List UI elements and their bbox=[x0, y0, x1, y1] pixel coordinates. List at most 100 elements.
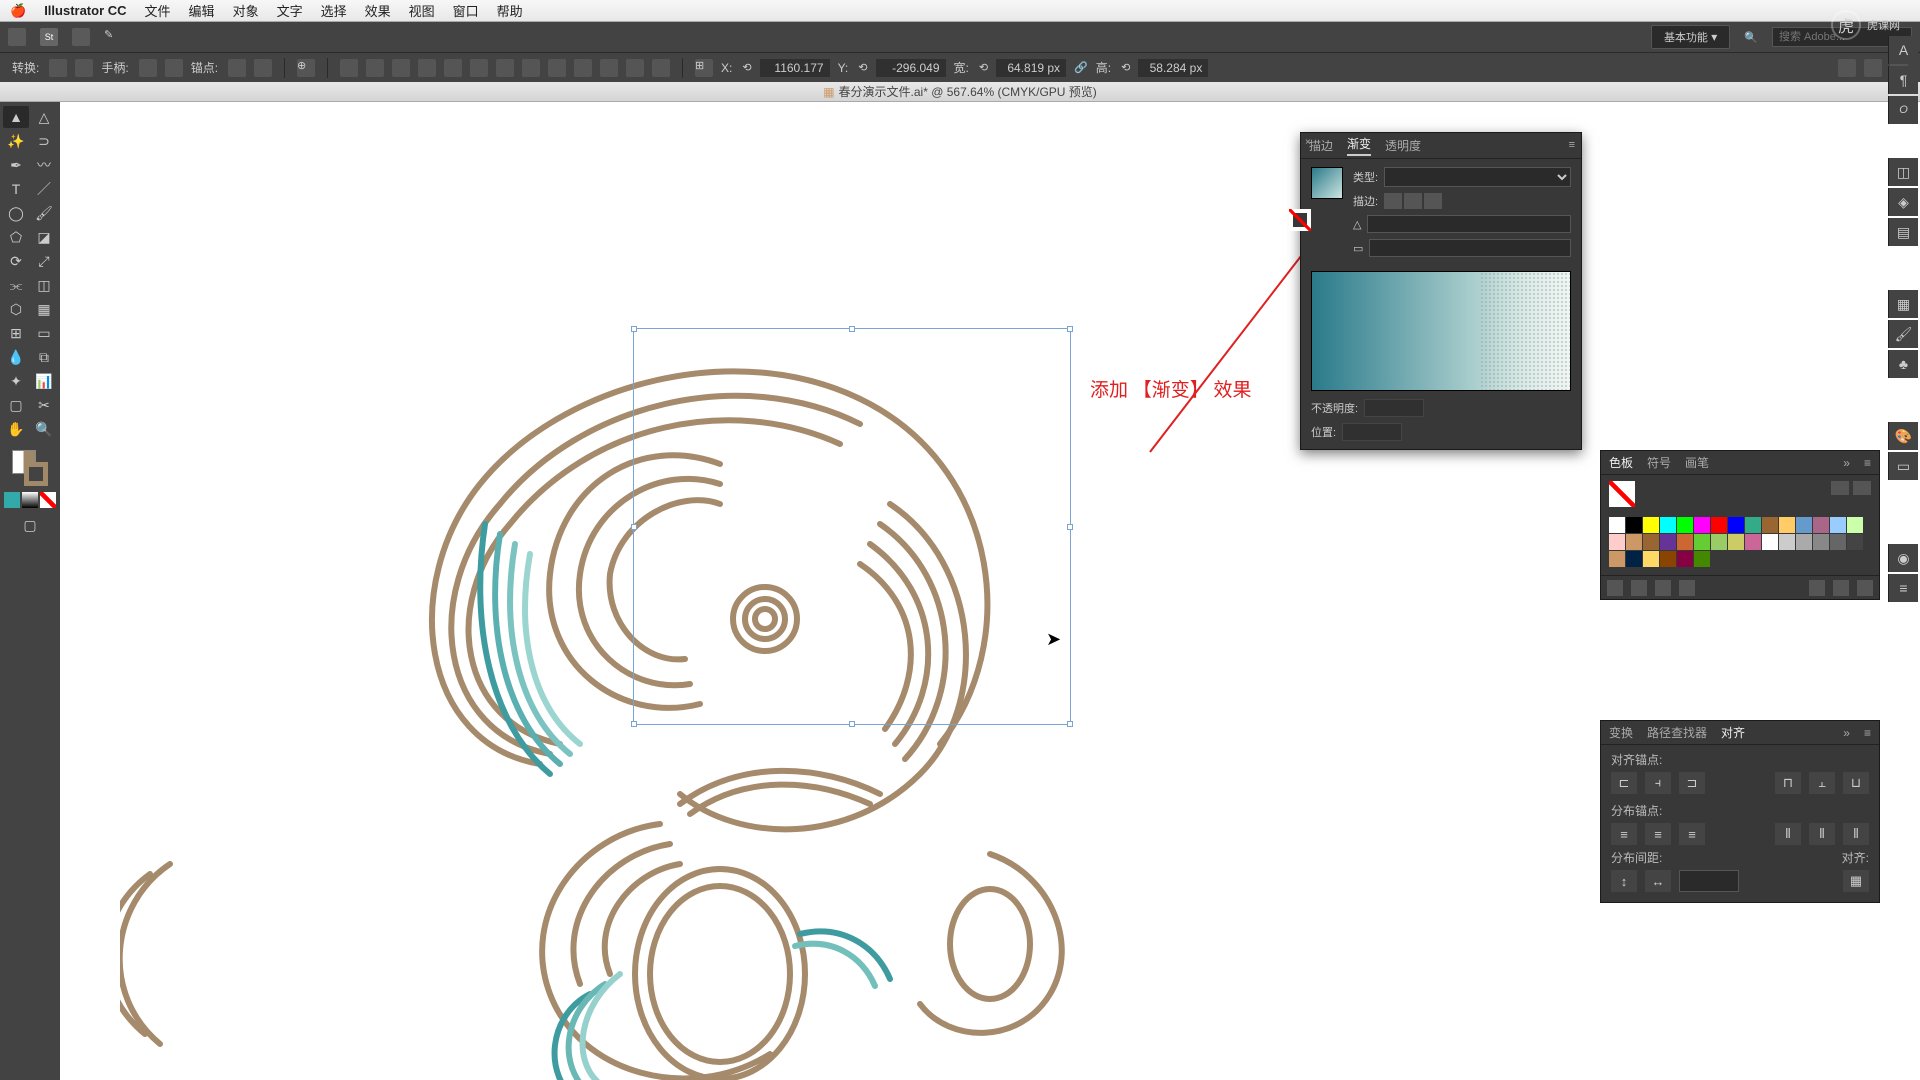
blend-tool[interactable]: ⧉ bbox=[31, 346, 57, 368]
swatch-color[interactable] bbox=[1643, 534, 1659, 550]
swatch-color[interactable] bbox=[1660, 534, 1676, 550]
tab-transform[interactable]: 变换 bbox=[1609, 724, 1633, 741]
align4-icon[interactable] bbox=[418, 59, 436, 77]
swatch-color[interactable] bbox=[1694, 534, 1710, 550]
stroke-in-icon[interactable] bbox=[1384, 193, 1402, 209]
dist-right-icon[interactable]: ⦀ bbox=[1843, 823, 1869, 845]
dist-value-input[interactable] bbox=[1679, 870, 1739, 892]
list-view-icon[interactable] bbox=[1831, 481, 1849, 495]
anchor-remove-icon[interactable] bbox=[228, 59, 246, 77]
brushes-collapse-icon[interactable]: 🖌 bbox=[1888, 320, 1918, 348]
swatch-color[interactable] bbox=[1677, 517, 1693, 533]
line-tool[interactable]: ／ bbox=[31, 178, 57, 200]
align-hcenter-icon[interactable]: ⫞ bbox=[1645, 772, 1671, 794]
swatch-color[interactable] bbox=[1728, 534, 1744, 550]
swatch-color[interactable] bbox=[1762, 534, 1778, 550]
handle-bm[interactable] bbox=[849, 721, 855, 727]
swatch-color[interactable] bbox=[1847, 534, 1863, 550]
workspace-dropdown[interactable]: 基本功能 ▾ bbox=[1651, 25, 1730, 49]
swatch-color[interactable] bbox=[1626, 517, 1642, 533]
menu-view[interactable]: 视图 bbox=[409, 1, 435, 20]
swatch-color[interactable] bbox=[1830, 534, 1846, 550]
handle-tr[interactable] bbox=[1067, 326, 1073, 332]
stroke-along-icon[interactable] bbox=[1404, 193, 1422, 209]
artboard-tool[interactable]: ▢ bbox=[3, 394, 29, 416]
tab-swatches[interactable]: 色板 bbox=[1609, 454, 1633, 471]
arrange-icon[interactable] bbox=[72, 28, 90, 46]
stroke-across-icon[interactable] bbox=[1424, 193, 1442, 209]
tab-brushes[interactable]: 画笔 bbox=[1685, 454, 1709, 471]
angle-input[interactable] bbox=[1367, 215, 1571, 233]
al-options-icon[interactable]: ≡ bbox=[1864, 726, 1871, 740]
tab-stroke[interactable]: 描边 bbox=[1309, 137, 1333, 154]
panel-close-icon[interactable]: × bbox=[1305, 137, 1311, 148]
dist-vcenter-icon[interactable]: ≡ bbox=[1645, 823, 1671, 845]
aspect-input[interactable] bbox=[1369, 239, 1571, 257]
align7-icon[interactable] bbox=[496, 59, 514, 77]
dist-top-icon[interactable]: ≡ bbox=[1611, 823, 1637, 845]
sw-options-icon[interactable]: ≡ bbox=[1864, 456, 1871, 470]
align6-icon[interactable] bbox=[470, 59, 488, 77]
swatch-color[interactable] bbox=[1609, 517, 1625, 533]
swatch-color[interactable] bbox=[1609, 551, 1625, 567]
sw-grad-icon[interactable] bbox=[22, 492, 38, 508]
swatch-color[interactable] bbox=[1677, 534, 1693, 550]
menu-object[interactable]: 对象 bbox=[233, 1, 259, 20]
align9-icon[interactable] bbox=[548, 59, 566, 77]
gradient-tool[interactable]: ▭ bbox=[31, 322, 57, 344]
mesh-tool[interactable]: ⊞ bbox=[3, 322, 29, 344]
type-tool[interactable]: T bbox=[3, 178, 29, 200]
sw-show-icon[interactable] bbox=[1631, 580, 1647, 596]
shape-builder-tool[interactable]: ⬡ bbox=[3, 298, 29, 320]
menu-type[interactable]: 文字 bbox=[277, 1, 303, 20]
convert-smooth-icon[interactable] bbox=[75, 59, 93, 77]
swatch-color[interactable] bbox=[1643, 551, 1659, 567]
gradient-fill-preview[interactable] bbox=[1311, 167, 1343, 199]
swatch-color[interactable] bbox=[1813, 517, 1829, 533]
handle-ml[interactable] bbox=[631, 524, 637, 530]
sw-lib-icon[interactable] bbox=[1607, 580, 1623, 596]
dist-left-icon[interactable]: ⦀ bbox=[1775, 823, 1801, 845]
panel-menu-icon[interactable]: ≡ bbox=[1569, 139, 1575, 151]
sw-new-icon[interactable] bbox=[1833, 580, 1849, 596]
gradient-collapse-icon[interactable]: ▭ bbox=[1888, 452, 1918, 480]
menu-file[interactable]: 文件 bbox=[145, 1, 171, 20]
align-left-icon[interactable]: ⊏ bbox=[1611, 772, 1637, 794]
swatch-color[interactable] bbox=[1711, 517, 1727, 533]
link-h-icon[interactable]: ⟲ bbox=[1121, 61, 1130, 74]
eyedropper-tool[interactable]: 💧 bbox=[3, 346, 29, 368]
dist-bottom-icon[interactable]: ≡ bbox=[1679, 823, 1705, 845]
magic-wand-tool[interactable]: ✨ bbox=[3, 130, 29, 152]
rotate-tool[interactable]: ⟳ bbox=[3, 250, 29, 272]
handle-tl[interactable] bbox=[631, 326, 637, 332]
artboards-icon[interactable]: ◈ bbox=[1888, 188, 1918, 216]
appearance-icon[interactable]: ◉ bbox=[1888, 544, 1918, 572]
gpu-icon[interactable]: ✎ bbox=[104, 28, 122, 46]
y-value[interactable]: -296.049 bbox=[876, 59, 946, 77]
menu-edit[interactable]: 编辑 bbox=[189, 1, 215, 20]
app-name[interactable]: Illustrator CC bbox=[44, 3, 126, 18]
swatch-color[interactable] bbox=[1660, 551, 1676, 567]
align-top-icon[interactable]: ⊓ bbox=[1775, 772, 1801, 794]
align-to-selection-icon[interactable]: ▦ bbox=[1843, 870, 1869, 892]
handle-br[interactable] bbox=[1067, 721, 1073, 727]
sw-group-icon[interactable] bbox=[1679, 580, 1695, 596]
w-value[interactable]: 64.819 px bbox=[996, 59, 1066, 77]
paragraph-panel-icon[interactable]: ¶ bbox=[1888, 66, 1918, 94]
prop2-icon[interactable] bbox=[1864, 59, 1882, 77]
swatch-color[interactable] bbox=[1796, 517, 1812, 533]
handle-mr[interactable] bbox=[1067, 524, 1073, 530]
swatch-color[interactable] bbox=[1626, 551, 1642, 567]
dist3-icon[interactable] bbox=[652, 59, 670, 77]
grid-view-icon[interactable] bbox=[1853, 481, 1871, 495]
align-bottom-icon[interactable]: ⊔ bbox=[1843, 772, 1869, 794]
swatch-color[interactable] bbox=[1830, 517, 1846, 533]
handle-bl[interactable] bbox=[631, 721, 637, 727]
align-vcenter-icon[interactable]: ⫠ bbox=[1809, 772, 1835, 794]
al-menu-icon[interactable]: » bbox=[1843, 726, 1850, 740]
home-icon[interactable] bbox=[8, 28, 26, 46]
stock-icon[interactable]: St bbox=[40, 28, 58, 46]
align5-icon[interactable] bbox=[444, 59, 462, 77]
align3-icon[interactable] bbox=[392, 59, 410, 77]
menu-help[interactable]: 帮助 bbox=[497, 1, 523, 20]
